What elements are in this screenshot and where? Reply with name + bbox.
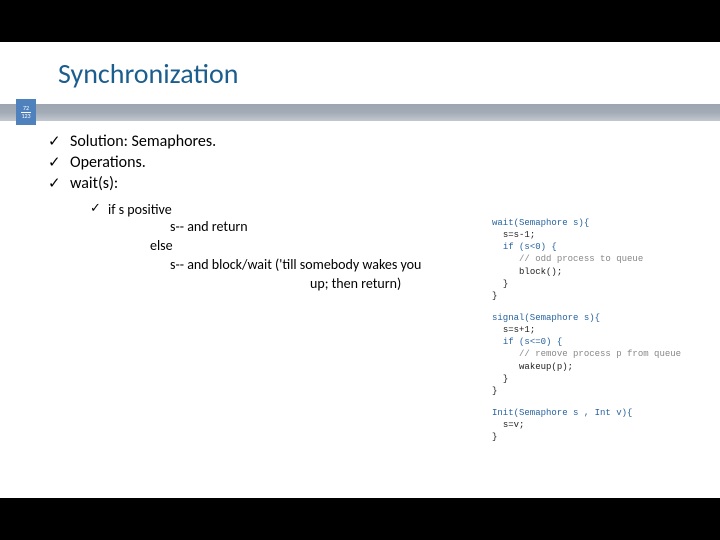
checkmark-icon: ✓ — [48, 153, 70, 172]
code-line: wakeup(p); — [492, 361, 700, 373]
bullet-text: Solution: Semaphores. — [70, 132, 216, 151]
code-panel: wait(Semaphore s){ s=s-1; if (s<0) { // … — [492, 217, 700, 453]
code-line: // odd process to queue — [492, 253, 700, 265]
page-total: 123 — [21, 113, 30, 120]
code-init: Init(Semaphore s , Int v){ s=v; } — [492, 407, 700, 443]
code-line: } — [492, 431, 700, 443]
bullet-wait: ✓ wait(s): — [48, 174, 700, 193]
progress-bar: 72 123 — [0, 104, 720, 121]
code-line: s=v; — [492, 419, 700, 431]
code-line: } — [492, 385, 700, 397]
code-line: } — [492, 373, 700, 385]
code-line: s=s-1; — [492, 229, 700, 241]
code-wait: wait(Semaphore s){ s=s-1; if (s<0) { // … — [492, 217, 700, 302]
code-signal: signal(Semaphore s){ s=s+1; if (s<=0) { … — [492, 312, 700, 397]
code-line: if (s<0) { — [492, 241, 700, 253]
bullet-operations: ✓ Operations. — [48, 153, 700, 172]
checkmark-icon: ✓ — [90, 201, 108, 218]
code-line: signal(Semaphore s){ — [492, 312, 700, 324]
sub-text: if s positive — [108, 201, 172, 218]
bullet-solution: ✓ Solution: Semaphores. — [48, 132, 700, 151]
code-line: wait(Semaphore s){ — [492, 217, 700, 229]
sub-bullet-if: ✓ if s positive — [90, 201, 700, 218]
code-line: if (s<=0) { — [492, 336, 700, 348]
code-line: } — [492, 278, 700, 290]
page-current: 72 — [23, 105, 29, 112]
slide: Synchronization 72 123 ✓ Solution: Semap… — [0, 42, 720, 498]
checkmark-icon: ✓ — [48, 132, 70, 151]
code-line: } — [492, 290, 700, 302]
code-line: // remove process p from queue — [492, 348, 700, 360]
code-line: s=s+1; — [492, 324, 700, 336]
slide-title: Synchronization — [0, 42, 720, 99]
bullet-text: wait(s): — [70, 174, 118, 193]
page-badge: 72 123 — [16, 99, 36, 125]
checkmark-icon: ✓ — [48, 174, 70, 193]
code-line: Init(Semaphore s , Int v){ — [492, 407, 700, 419]
code-line: block(); — [492, 266, 700, 278]
bullet-text: Operations. — [70, 153, 146, 172]
